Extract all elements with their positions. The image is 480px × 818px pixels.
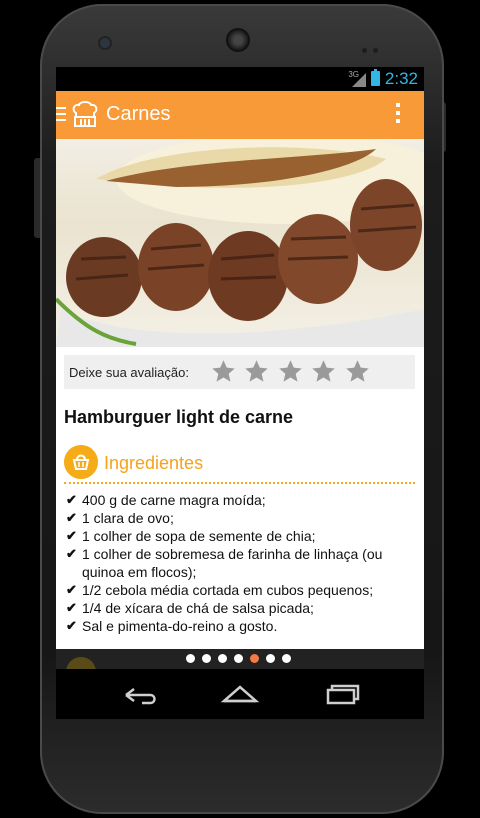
back-icon[interactable] [98,669,178,719]
signal-icon [352,73,366,87]
recent-apps-icon[interactable] [302,669,382,719]
rating-bar: Deixe sua avaliação: [64,355,415,389]
page-dot[interactable] [282,654,291,663]
list-item: 1 colher de sopa de semente de chia; [66,527,412,545]
star-icon[interactable] [344,358,371,385]
front-camera [100,38,110,48]
status-time: 2:32 [384,69,418,88]
earpiece-speaker [228,30,248,50]
page-dot[interactable] [266,654,275,663]
drawer-icon[interactable] [56,107,66,123]
page-dot[interactable] [186,654,195,663]
list-item: 1 clara de ovo; [66,509,412,527]
list-item: 1 colher de sobremesa de farinha de linh… [66,545,412,581]
ingredients-list: 400 g de carne magra moída; 1 clara de o… [66,491,412,635]
status-bar: 3G 2:32 [56,67,424,91]
proximity-sensor [362,40,386,53]
recipe-title: Hamburguer light de carne [64,407,294,427]
ingredients-heading: Ingredientes [104,453,204,473]
page-dot[interactable] [250,654,259,663]
star-icon[interactable] [243,358,270,385]
star-icon[interactable] [310,358,337,385]
list-item: Sal e pimenta-do-reino a gosto. [66,617,412,635]
chef-hat-icon[interactable] [70,99,100,129]
divider [64,482,415,484]
battery-icon [371,69,380,86]
action-bar: Carnes [56,91,424,139]
list-item: 1/4 de xícara de chá de salsa picada; [66,599,412,617]
screen: 3G 2:32 Carnes Deixe sua avaliação: Hamb… [56,67,424,719]
page-dot[interactable] [218,654,227,663]
star-icon[interactable] [210,358,237,385]
home-icon[interactable] [200,669,280,719]
navigation-bar [56,669,424,719]
page-indicator[interactable] [186,654,298,663]
list-item: 1/2 cebola média cortada em cubos pequen… [66,581,412,599]
rating-label: Deixe sua avaliação: [69,365,189,380]
page-title: Carnes [106,103,171,125]
recipe-photo [56,139,424,347]
page-dot[interactable] [202,654,211,663]
basket-icon [64,445,98,479]
page-dot[interactable] [234,654,243,663]
more-vert-icon[interactable] [396,103,400,127]
star-icon[interactable] [277,358,304,385]
list-item: 400 g de carne magra moída; [66,491,412,509]
rating-stars[interactable] [210,358,373,390]
